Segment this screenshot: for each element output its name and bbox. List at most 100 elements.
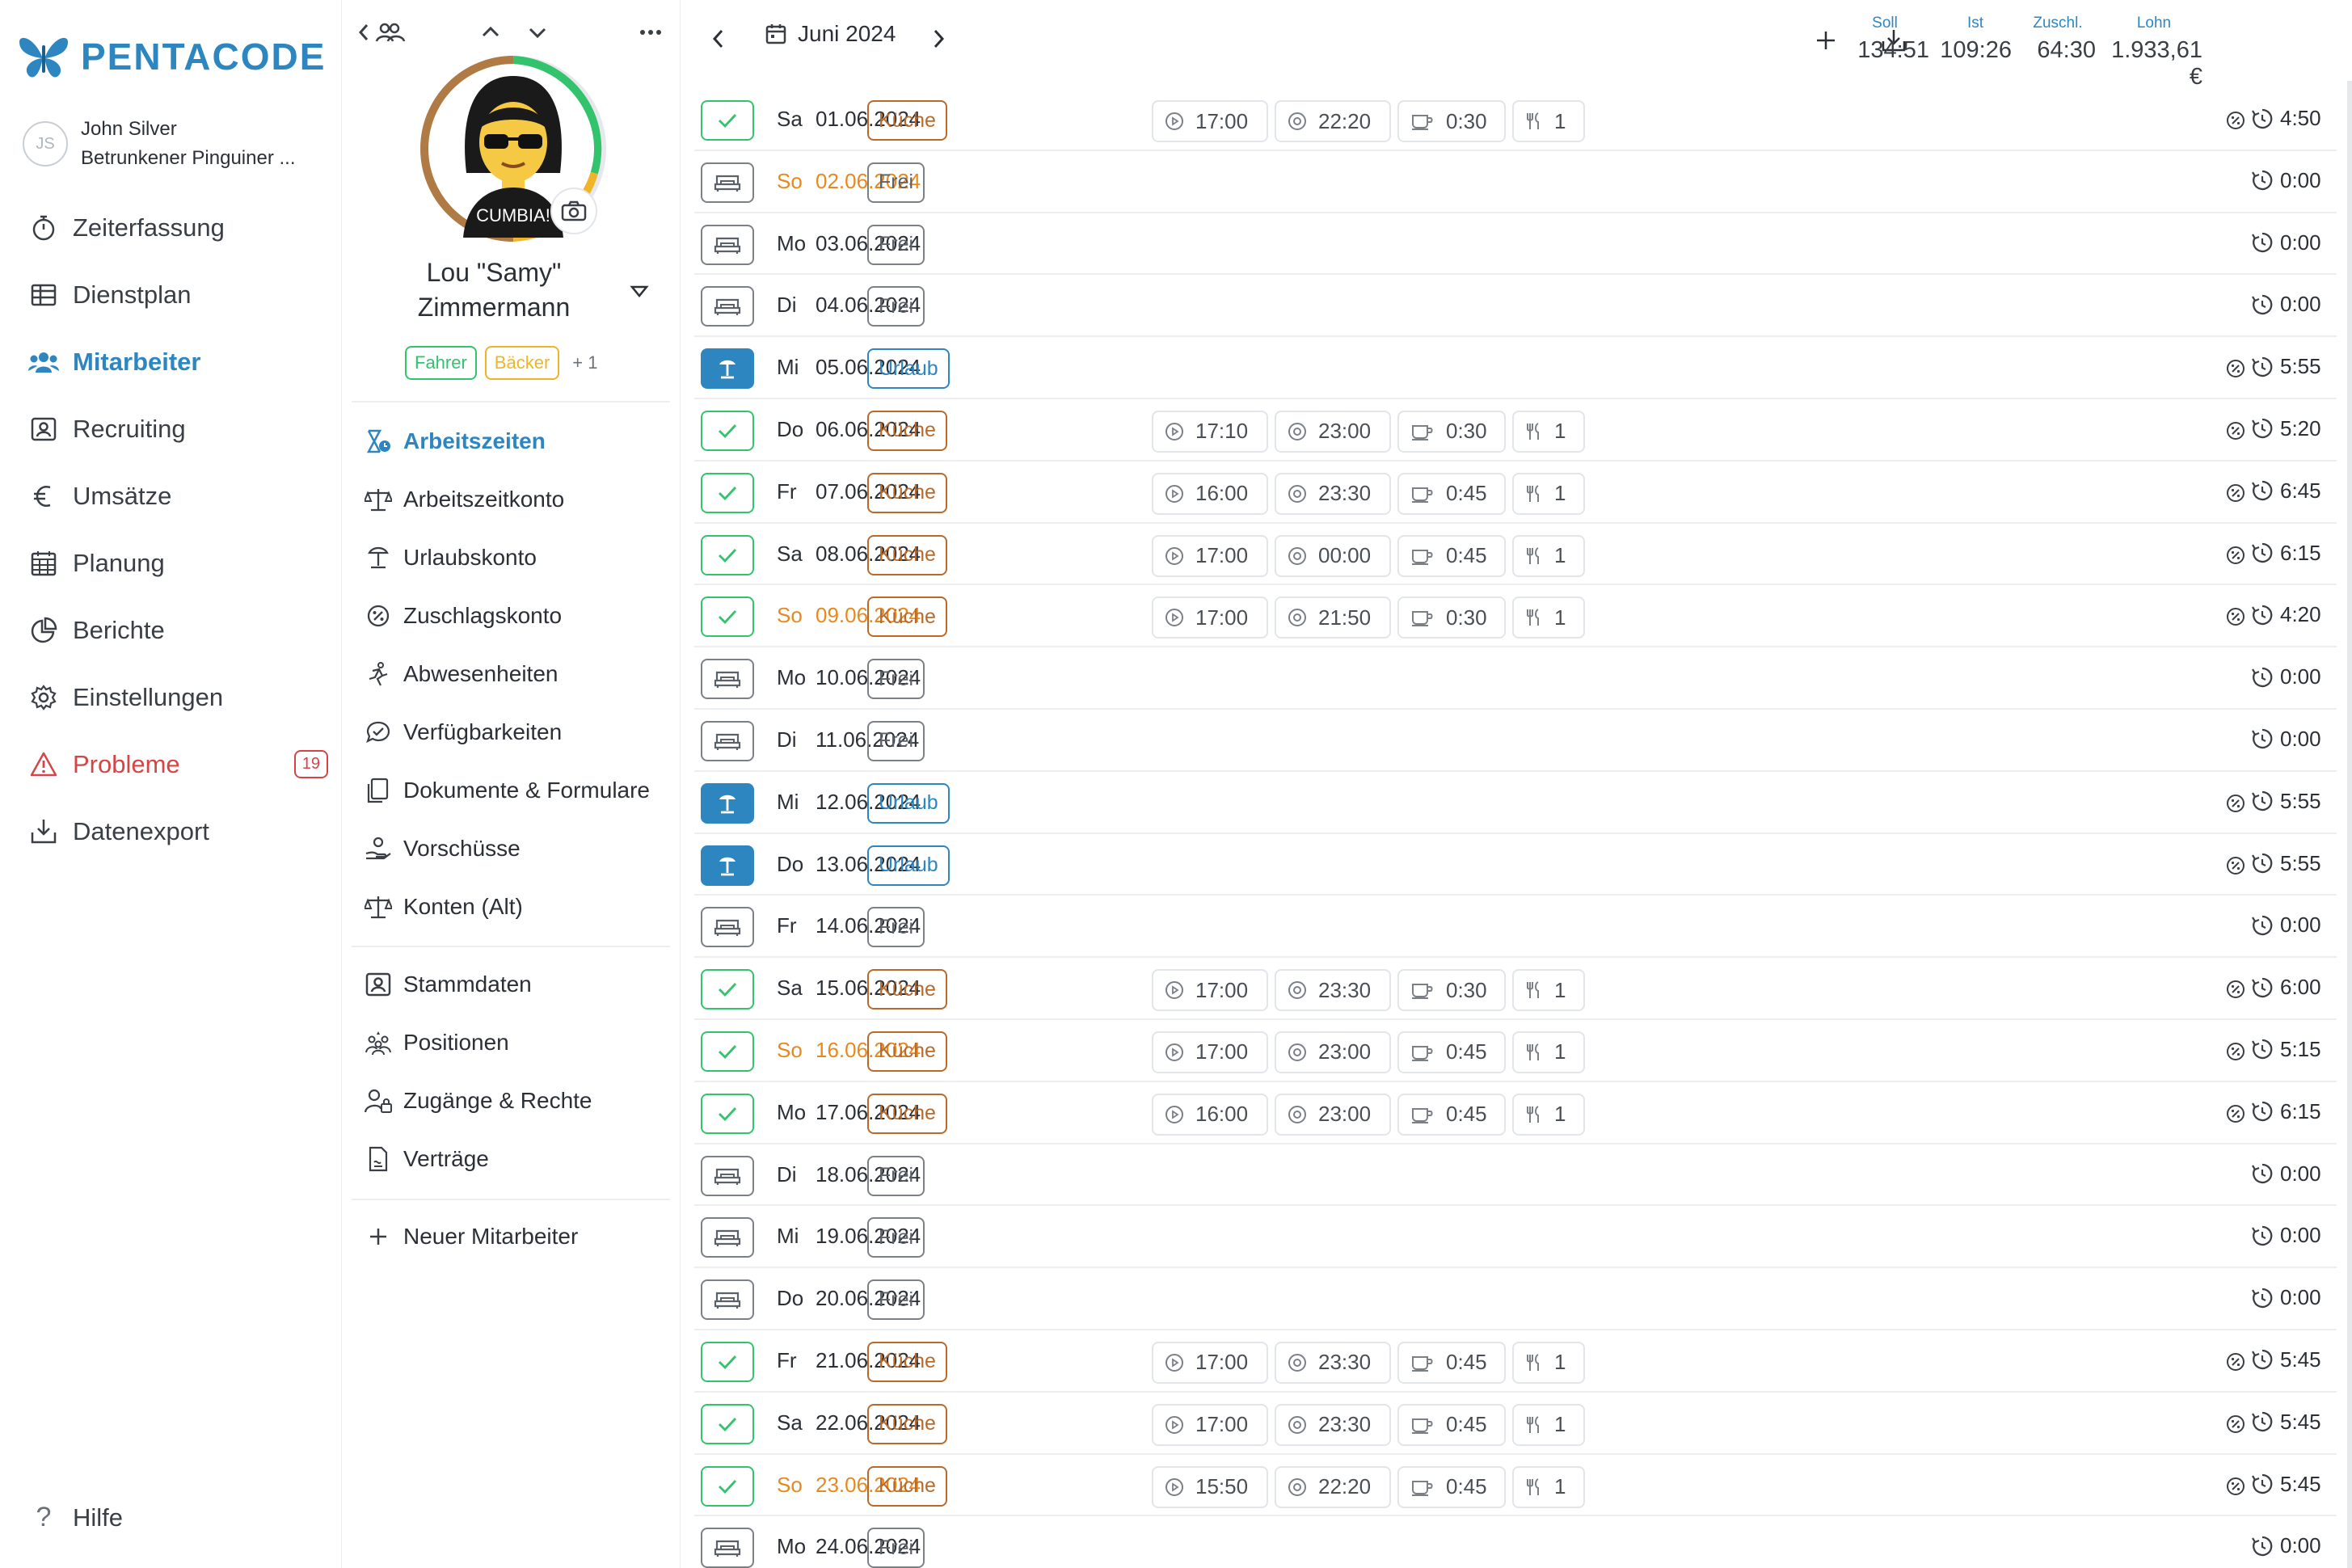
free-day-status-button[interactable] [701, 224, 754, 265]
shift-type-badge[interactable]: Küche [867, 534, 947, 575]
workday-row[interactable]: Sa 08.06.2024 Küche 17:00 00:00 0:45 1 6:15 [694, 524, 2337, 586]
shift-type-badge[interactable]: Urlaub [867, 782, 950, 824]
workday-row[interactable]: Mi 12.06.2024 Urlaub 5:55 [694, 772, 2337, 834]
end-time-chip[interactable]: 21:50 [1275, 596, 1391, 639]
shift-type-badge[interactable]: Frei [867, 224, 925, 265]
start-time-chip[interactable]: 17:00 [1152, 100, 1268, 142]
sidebar-item-berichte[interactable]: Berichte [27, 596, 318, 664]
shift-type-badge[interactable]: Frei [867, 659, 925, 700]
workday-row[interactable]: So 23.06.2024 Küche 15:50 22:20 0:45 1 5:45 [694, 1455, 2337, 1517]
new-employee-button[interactable]: Neuer Mitarbeiter [365, 1208, 672, 1266]
confirmed-status-button[interactable] [701, 1093, 754, 1134]
free-day-status-button[interactable] [701, 1279, 754, 1321]
workday-row[interactable]: Fr 21.06.2024 Küche 17:00 23:30 0:45 1 5:45 [694, 1330, 2337, 1393]
sidebar-item-recruiting[interactable]: Recruiting [27, 395, 318, 462]
pause-chip[interactable]: 0:45 [1397, 1341, 1506, 1384]
free-day-status-button[interactable] [701, 1528, 754, 1568]
prev-employee-button[interactable] [473, 15, 508, 50]
workday-row[interactable]: Di 04.06.2024 Frei 0:00 [694, 275, 2337, 338]
pause-chip[interactable]: 0:45 [1397, 1465, 1506, 1508]
pause-chip[interactable]: 0:45 [1397, 1093, 1506, 1136]
shift-type-badge[interactable]: Frei [867, 286, 925, 327]
next-month-button[interactable] [922, 23, 955, 55]
confirmed-status-button[interactable] [701, 1403, 754, 1444]
start-time-chip[interactable]: 16:00 [1152, 472, 1268, 515]
shift-type-badge[interactable]: Küche [867, 1093, 947, 1134]
workday-row[interactable]: Fr 14.06.2024 Frei 0:00 [694, 896, 2337, 959]
workday-row[interactable]: Di 18.06.2024 Frei 0:00 [694, 1144, 2337, 1207]
vacation-status-button[interactable] [701, 348, 754, 390]
sidebar-item-dienstplan[interactable]: Dienstplan [27, 261, 318, 328]
sidebar-item-probleme[interactable]: Probleme 19 [27, 731, 328, 798]
workday-row[interactable]: So 16.06.2024 Küche 17:00 23:00 0:45 1 5:15 [694, 1020, 2337, 1082]
end-time-chip[interactable]: 22:20 [1275, 100, 1391, 142]
profile-menu-verträge[interactable]: Verträge [365, 1130, 672, 1188]
workday-row[interactable]: So 02.06.2024 Frei 0:00 [694, 151, 2337, 213]
sidebar-item-einstellungen[interactable]: Einstellungen [27, 664, 318, 731]
pause-chip[interactable]: 0:30 [1397, 100, 1506, 142]
shift-type-badge[interactable]: Frei [867, 907, 925, 948]
end-time-chip[interactable]: 23:30 [1275, 1403, 1391, 1446]
workday-row[interactable]: Sa 15.06.2024 Küche 17:00 23:30 0:30 1 6:00 [694, 958, 2337, 1020]
end-time-chip[interactable]: 23:00 [1275, 1031, 1391, 1073]
start-time-chip[interactable]: 17:00 [1152, 1403, 1268, 1446]
meals-chip[interactable]: 1 [1512, 410, 1585, 453]
more-options-button[interactable] [633, 15, 668, 50]
confirmed-status-button[interactable] [701, 410, 754, 451]
pause-chip[interactable]: 0:45 [1397, 1403, 1506, 1446]
end-time-chip[interactable]: 23:00 [1275, 410, 1391, 453]
pause-chip[interactable]: 0:45 [1397, 534, 1506, 577]
confirmed-status-button[interactable] [701, 100, 754, 141]
month-picker[interactable]: Juni 2024 [765, 21, 896, 47]
shift-type-badge[interactable]: Küche [867, 969, 947, 1010]
workday-row[interactable]: Di 11.06.2024 Frei 0:00 [694, 710, 2337, 772]
profile-menu-verfügbarkeiten[interactable]: Verfügbarkeiten [365, 703, 672, 761]
profile-menu-abwesenheiten[interactable]: Abwesenheiten [365, 645, 672, 703]
shift-type-badge[interactable]: Frei [867, 1155, 925, 1196]
shift-type-badge[interactable]: Küche [867, 1031, 947, 1072]
profile-menu-positionen[interactable]: Positionen [365, 1014, 672, 1072]
start-time-chip[interactable]: 17:00 [1152, 1341, 1268, 1384]
sidebar-item-planung[interactable]: Planung [27, 529, 318, 596]
profile-menu-arbeitszeiten[interactable]: Arbeitszeiten [365, 412, 672, 470]
add-entry-button[interactable] [1808, 23, 1844, 58]
confirmed-status-button[interactable] [701, 969, 754, 1010]
workday-row[interactable]: Do 20.06.2024 Frei 0:00 [694, 1268, 2337, 1330]
free-day-status-button[interactable] [701, 1217, 754, 1258]
back-to-employees-button[interactable] [353, 15, 410, 50]
shift-type-badge[interactable]: Frei [867, 1528, 925, 1568]
meals-chip[interactable]: 1 [1512, 472, 1585, 515]
sidebar-item-zeiterfassung[interactable]: Zeiterfassung [27, 194, 318, 261]
sidebar-item-datenexport[interactable]: Datenexport [27, 798, 318, 865]
meals-chip[interactable]: 1 [1512, 1341, 1585, 1384]
free-day-status-button[interactable] [701, 162, 754, 203]
meals-chip[interactable]: 1 [1512, 100, 1585, 142]
profile-menu-stammdaten[interactable]: Stammdaten [365, 955, 672, 1014]
free-day-status-button[interactable] [701, 907, 754, 948]
change-photo-button[interactable] [550, 188, 597, 234]
workday-row[interactable]: Mo 03.06.2024 Frei 0:00 [694, 213, 2337, 276]
prev-month-button[interactable] [702, 23, 735, 55]
profile-menu-konten-alt-[interactable]: Konten (Alt) [365, 878, 672, 936]
end-time-chip[interactable]: 23:30 [1275, 1341, 1391, 1384]
shift-type-badge[interactable]: Urlaub [867, 845, 950, 886]
shift-type-badge[interactable]: Urlaub [867, 348, 950, 390]
end-time-chip[interactable]: 23:30 [1275, 472, 1391, 515]
sidebar-item-mitarbeiter[interactable]: Mitarbeiter [27, 328, 318, 395]
free-day-status-button[interactable] [701, 286, 754, 327]
vacation-status-button[interactable] [701, 782, 754, 824]
meals-chip[interactable]: 1 [1512, 1093, 1585, 1136]
confirmed-status-button[interactable] [701, 1031, 754, 1072]
pause-chip[interactable]: 0:45 [1397, 1031, 1506, 1073]
confirmed-status-button[interactable] [701, 534, 754, 575]
shift-type-badge[interactable]: Frei [867, 162, 925, 203]
start-time-chip[interactable]: 17:00 [1152, 596, 1268, 639]
shift-type-badge[interactable]: Frei [867, 720, 925, 761]
shift-type-badge[interactable]: Frei [867, 1217, 925, 1258]
meals-chip[interactable]: 1 [1512, 596, 1585, 639]
shift-type-badge[interactable]: Küche [867, 1403, 947, 1444]
brand-logo[interactable]: PENTACODE [18, 34, 326, 79]
confirmed-status-button[interactable] [701, 472, 754, 513]
profile-menu-zugänge-rechte[interactable]: Zugänge & Rechte [365, 1072, 672, 1130]
shift-type-badge[interactable]: Küche [867, 1465, 947, 1507]
